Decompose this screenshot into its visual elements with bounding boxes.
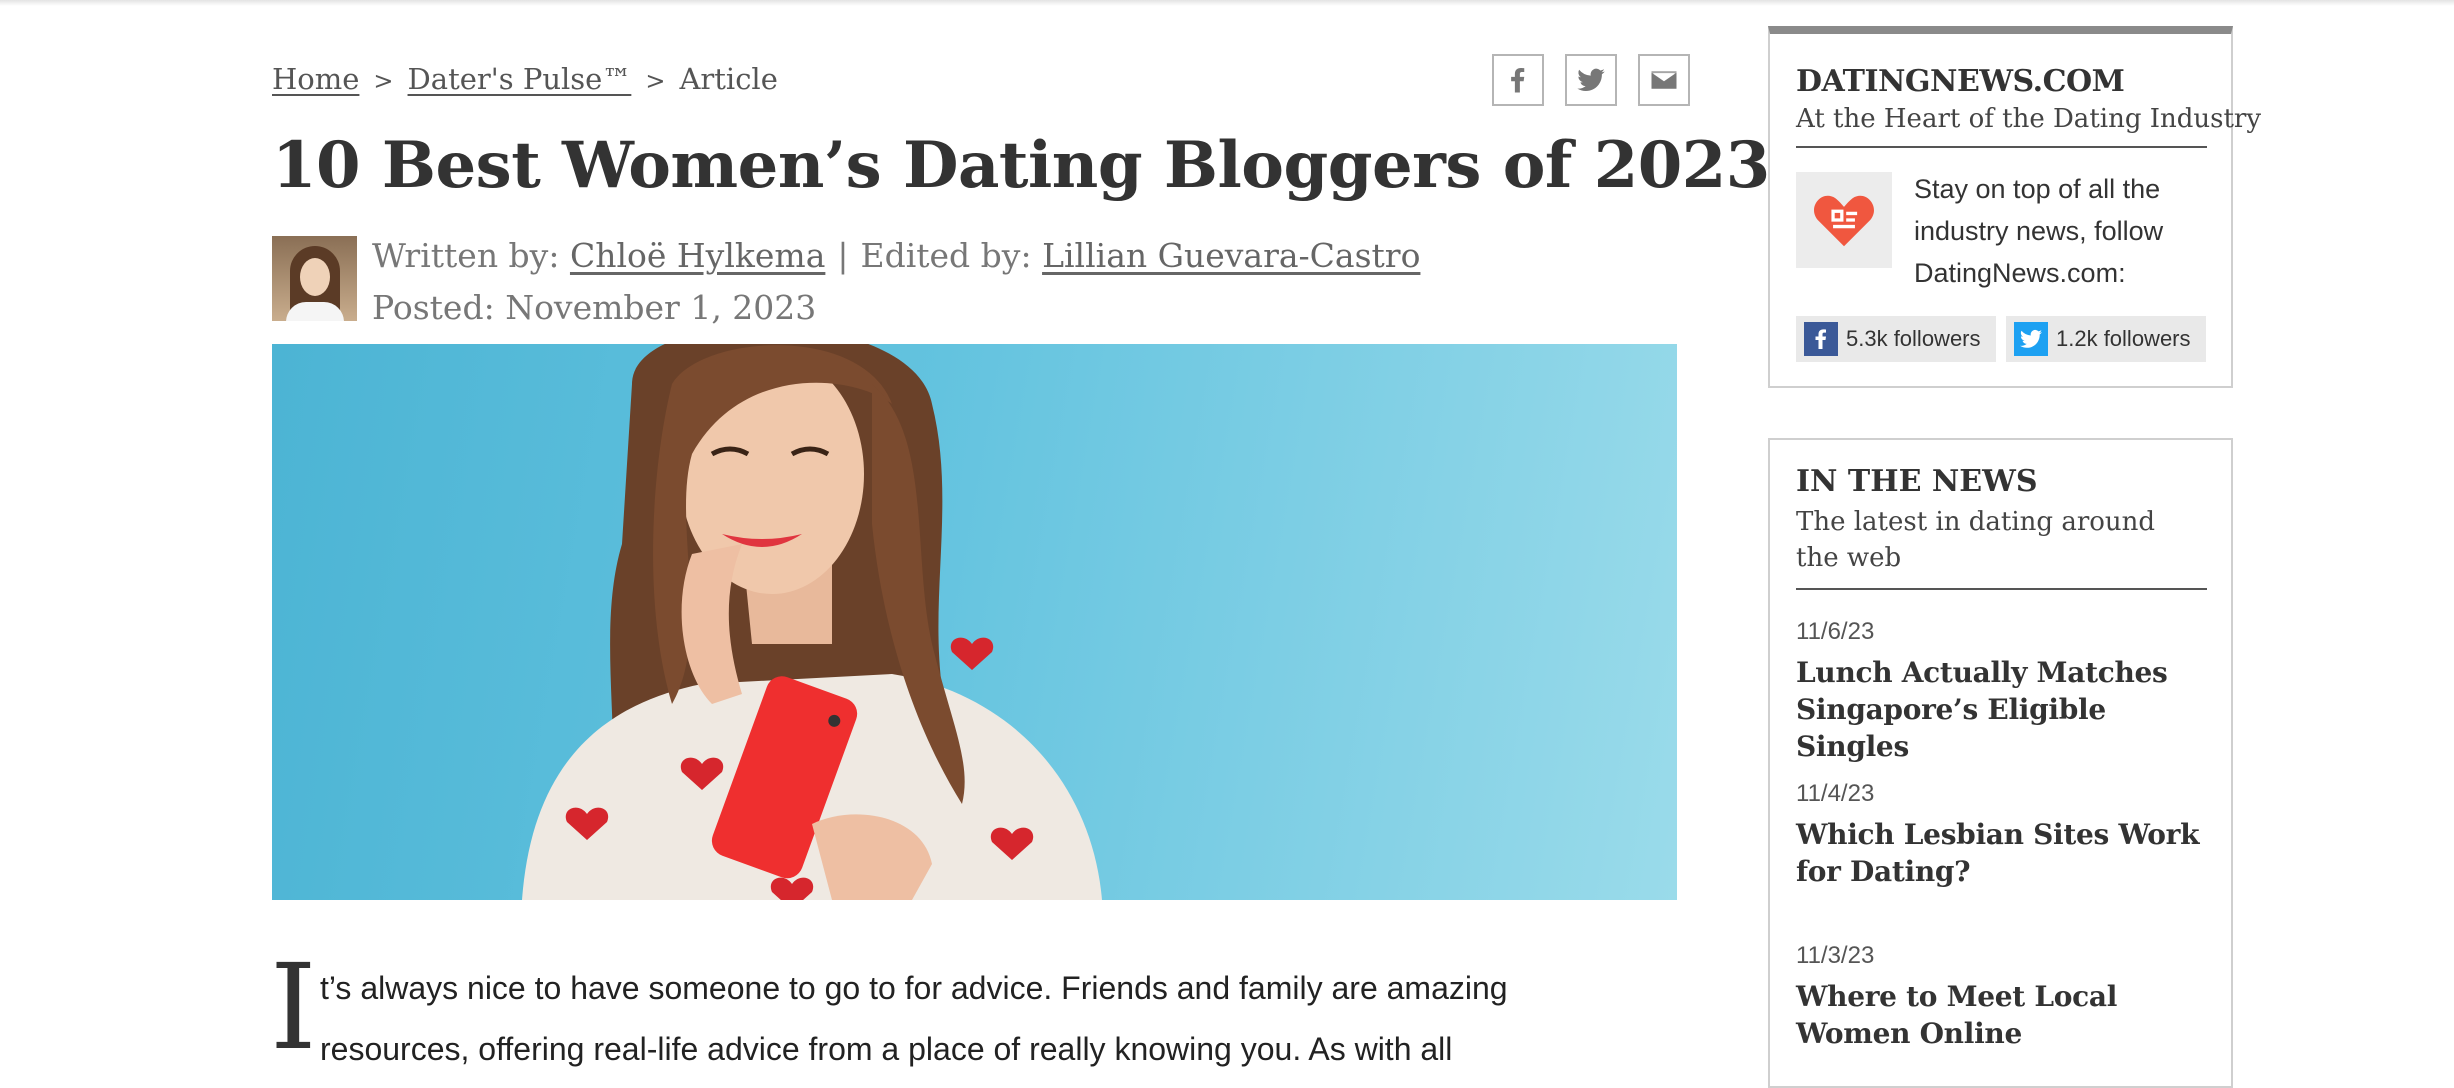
edited-by-label: Edited by: (860, 236, 1032, 275)
heart-logo-icon (1814, 195, 1874, 247)
drop-cap: I (270, 938, 317, 1076)
share-email-button[interactable] (1638, 54, 1690, 106)
breadcrumb: Home > Dater's Pulse™ > Article (272, 62, 778, 96)
news-headline-link[interactable]: Where to Meet Local Women Online (1796, 978, 2216, 1052)
facebook-icon (1511, 68, 1525, 93)
news-item[interactable]: 11/3/23 Where to Meet Local Women Online (1796, 942, 2216, 1052)
news-headline-link[interactable]: Which Lesbian Sites Work for Dating? (1796, 816, 2216, 890)
twitter-followers-count: 1.2k followers (2056, 326, 2191, 351)
in-the-news-widget: IN THE NEWS The latest in dating around … (1768, 438, 2233, 1088)
divider (1796, 588, 2207, 590)
facebook-followers-count: 5.3k followers (1846, 326, 1981, 351)
twitter-icon (2014, 322, 2048, 356)
byline-divider: | (837, 236, 849, 275)
breadcrumb-section-link[interactable]: Dater's Pulse™ (408, 62, 632, 96)
news-date: 11/6/23 (1796, 618, 1875, 645)
author-avatar[interactable] (272, 236, 357, 321)
news-date: 11/4/23 (1796, 780, 1875, 807)
news-subtitle: The latest in dating around the web (1796, 507, 2156, 573)
facebook-follow-button[interactable]: 5.3k followers (1796, 316, 1996, 362)
byline: Written by: Chloë Hylkema | Edited by: Lil… (372, 236, 1420, 275)
top-shadow (0, 0, 2454, 6)
news-item[interactable]: 11/4/23 Which Lesbian Sites Work for Dat… (1796, 780, 2216, 890)
twitter-icon (1577, 68, 1605, 92)
share-facebook-button[interactable] (1492, 54, 1544, 106)
breadcrumb-separator: > (645, 67, 666, 95)
share-twitter-button[interactable] (1565, 54, 1617, 106)
posted-date: Posted: November 1, 2023 (372, 288, 817, 327)
news-date: 11/3/23 (1796, 942, 1875, 969)
divider (1796, 146, 2207, 148)
breadcrumb-current: Article (679, 62, 778, 96)
page-title: 10 Best Women’s Dating Bloggers of 2023 (272, 128, 1770, 203)
hero-image (272, 344, 1677, 900)
breadcrumb-separator: > (373, 67, 394, 95)
breadcrumb-home-link[interactable]: Home (272, 62, 359, 96)
written-by-label: Written by: (372, 236, 560, 275)
editor-link[interactable]: Lillian Guevara-Castro (1042, 236, 1420, 275)
twitter-follow-button[interactable]: 1.2k followers (2006, 316, 2206, 362)
news-headline-link[interactable]: Lunch Actually Matches Singapore’s Eligi… (1796, 654, 2216, 765)
author-link[interactable]: Chloë Hylkema (570, 236, 825, 275)
news-item[interactable]: 11/6/23 Lunch Actually Matches Singapore… (1796, 618, 2216, 765)
brand-name[interactable]: DATINGNEWS.COM (1796, 64, 2125, 99)
brand-logo (1796, 172, 1892, 268)
brand-tagline: At the Heart of the Dating Industry (1796, 104, 2262, 134)
follow-widget: DATINGNEWS.COM At the Heart of the Datin… (1768, 26, 2261, 388)
facebook-icon (1804, 322, 1838, 356)
article-intro-line: resources, offering real-life advice fro… (320, 1031, 1453, 1067)
article-intro-line: t’s always nice to have someone to go to… (320, 970, 1508, 1006)
news-title: IN THE NEWS (1796, 464, 2038, 499)
mail-icon (1651, 71, 1677, 89)
follow-text: Stay on top of all the industry news, fo… (1914, 174, 2164, 288)
article-intro: t’s always nice to have someone to go to… (320, 958, 1680, 1080)
